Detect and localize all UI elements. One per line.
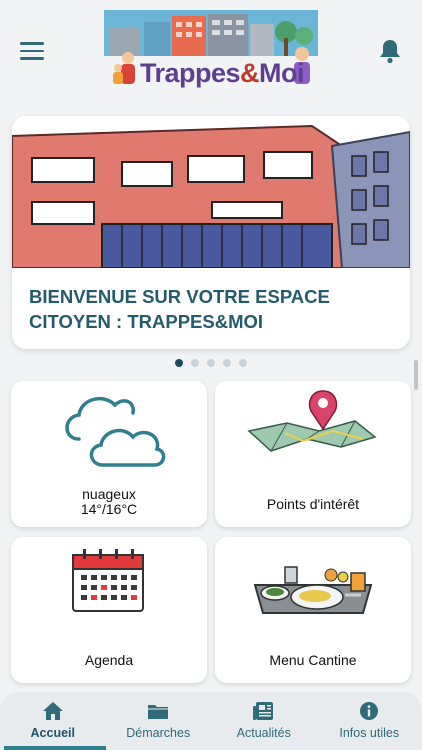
logo-text: Trappes&Moi [140, 58, 305, 88]
nav-actualites[interactable]: Actualités [211, 692, 317, 750]
nav-label: Infos utiles [339, 726, 400, 740]
nav-label: Actualités [236, 726, 291, 740]
meal-tray-icon [215, 537, 411, 637]
carousel-dot-active[interactable] [175, 359, 183, 367]
welcome-title: BIENVENUE SUR VOTRE ESPACE CITOYEN : TRA… [29, 286, 330, 332]
app-header: Trappes&Moi [0, 0, 422, 98]
carousel-dot[interactable] [223, 359, 231, 367]
scrollbar-thumb[interactable] [414, 360, 418, 390]
nav-demarches[interactable]: Démarches [106, 692, 212, 750]
folder-icon [147, 701, 169, 721]
canteen-menu-tile[interactable]: Menu Cantine [215, 537, 411, 683]
weather-tile[interactable]: nuageux 14°/16°C [11, 381, 207, 527]
carousel-dot[interactable] [191, 359, 199, 367]
tile-label: Points d'intérêt [266, 496, 360, 512]
bottom-navigation: Accueil Démarches Actualités Infos utile… [0, 692, 422, 750]
cloud-icon [11, 381, 207, 481]
agenda-tile[interactable]: Agenda [11, 537, 207, 683]
weather-temperature: 14°/16°C [80, 501, 138, 517]
carousel-dot[interactable] [239, 359, 247, 367]
hamburger-menu-icon[interactable] [20, 42, 44, 62]
calendar-icon [11, 537, 207, 637]
welcome-carousel-card[interactable]: BIENVENUE SUR VOTRE ESPACE CITOYEN : TRA… [12, 116, 410, 349]
points-of-interest-tile[interactable]: Points d'intérêt [215, 381, 411, 527]
news-icon [252, 701, 275, 721]
app-logo: Trappes&Moi [104, 10, 318, 88]
weather-condition: nuageux [82, 486, 136, 502]
nav-label: Démarches [126, 726, 191, 740]
home-icon [42, 701, 64, 721]
nav-infos-utiles[interactable]: Infos utiles [317, 692, 422, 750]
nav-label: Accueil [30, 726, 75, 740]
carousel-pagination [0, 359, 422, 367]
town-hall-illustration [12, 116, 410, 269]
map-pin-icon [215, 381, 411, 481]
tile-label: Agenda [84, 652, 134, 668]
tile-label: Menu Cantine [269, 652, 357, 668]
carousel-dot[interactable] [207, 359, 215, 367]
info-icon [358, 701, 380, 721]
nav-accueil[interactable]: Accueil [0, 692, 106, 750]
notification-bell-icon[interactable] [378, 38, 402, 64]
